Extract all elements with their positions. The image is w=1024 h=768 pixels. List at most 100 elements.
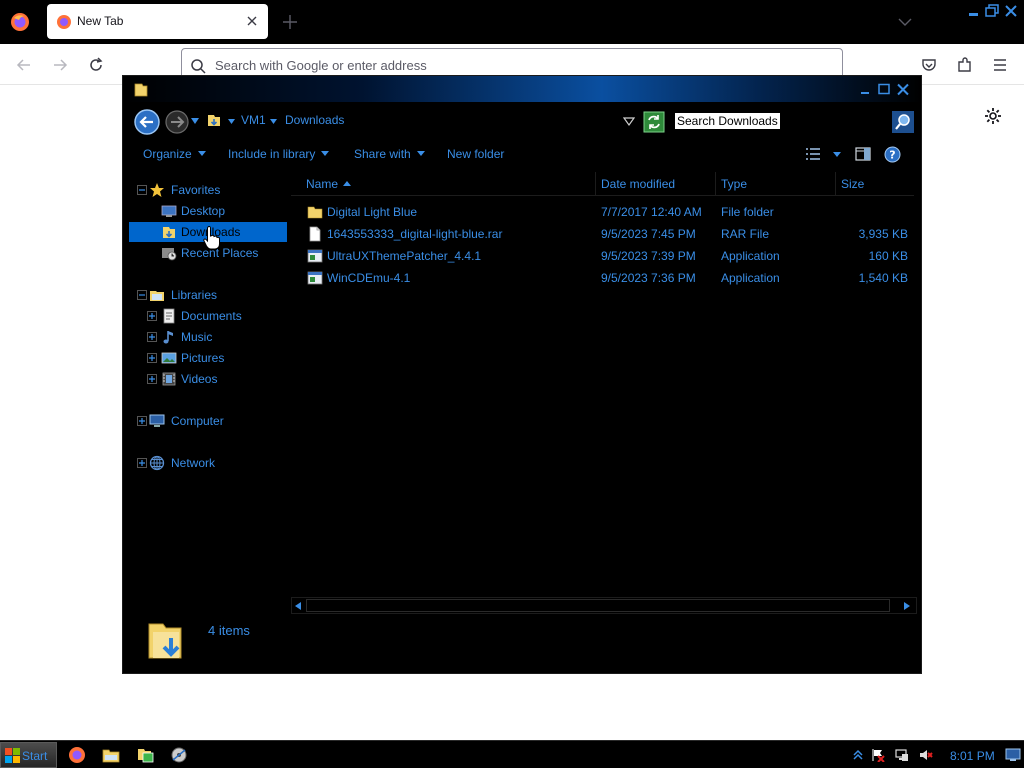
explorer-address-bar: VM1 Downloads Search Downloads [129,106,915,136]
view-options-caret-icon[interactable] [833,152,841,157]
forward-arrow-icon[interactable] [51,56,69,74]
nav-item-music[interactable]: Music [129,327,287,347]
forward-button-icon[interactable] [163,108,191,136]
documents-icon [161,308,177,324]
tab-title: New Tab [77,14,124,28]
minimize-icon[interactable] [966,4,982,18]
close-icon[interactable] [896,83,910,96]
search-box[interactable]: Search Downloads [673,111,893,131]
taskbar-firefox-button[interactable] [61,742,93,768]
expand-toggle-icon[interactable] [147,374,157,384]
nav-item-documents[interactable]: Documents [129,306,287,326]
expand-toggle-icon[interactable] [147,311,157,321]
list-all-tabs-chevron-icon[interactable] [897,16,913,28]
scrollbar-thumb[interactable] [306,599,890,612]
change-view-icon[interactable] [805,147,821,161]
taskbar-explorer-button[interactable] [95,742,127,768]
file-row[interactable]: Digital Light Blue 7/7/2017 12:40 AM Fil… [291,201,917,223]
tab-new-tab[interactable]: New Tab [47,4,268,39]
file-row[interactable]: 1643553333_digital-light-blue.rar 9/5/20… [291,223,917,245]
column-header-date-modified[interactable]: Date modified [596,172,716,196]
organize-button[interactable]: Organize [143,147,206,161]
column-header-size[interactable]: Size [836,172,914,196]
nav-item-libraries[interactable]: Libraries [129,285,287,305]
collapse-toggle-icon[interactable] [137,290,147,300]
breadcrumb-downloads[interactable]: Downloads [285,113,344,127]
show-desktop-icon[interactable] [1005,748,1021,762]
help-icon[interactable]: ? [884,146,901,163]
folder-downloads-icon [206,112,222,128]
column-header-type[interactable]: Type [716,172,836,196]
firefox-logo-icon[interactable] [10,12,30,32]
file-list: Name Date modified Type Size Digital Lig… [291,172,917,592]
close-window-icon[interactable] [1003,4,1019,18]
network-globe-icon [149,455,165,471]
back-arrow-icon[interactable] [15,56,33,74]
action-center-flag-icon[interactable] [871,748,885,762]
close-tab-icon[interactable] [244,13,260,29]
explorer-title-bar[interactable] [123,76,921,102]
breadcrumb-chevron-icon[interactable] [228,119,235,124]
volume-muted-icon[interactable] [919,748,933,762]
nav-item-videos[interactable]: Videos [129,369,287,389]
nav-item-network[interactable]: Network [129,453,287,473]
newtab-settings-gear-icon[interactable] [983,106,1003,126]
breadcrumb-vm1[interactable]: VM1 [241,113,266,127]
search-icon[interactable] [892,111,914,133]
file-row[interactable]: UltraUXThemePatcher_4.4.1 9/5/2023 7:39 … [291,245,917,267]
nav-item-favorites[interactable]: Favorites [129,180,287,200]
folder-downloads-icon [161,224,177,240]
recent-pages-dropdown-icon[interactable] [191,118,199,124]
start-button[interactable]: Start [0,742,57,768]
pocket-icon[interactable] [920,56,938,74]
extensions-puzzle-icon[interactable] [956,56,974,74]
include-in-library-button[interactable]: Include in library [228,147,330,161]
network-status-icon[interactable] [895,748,909,762]
refresh-icon[interactable] [643,111,665,133]
show-hidden-icons-arrow-icon[interactable] [851,748,865,762]
new-tab-plus-icon[interactable] [282,14,298,30]
reload-icon[interactable] [87,56,105,74]
search-downloads-input[interactable]: Search Downloads [675,113,780,129]
expand-toggle-icon[interactable] [137,416,147,426]
computer-icon [149,413,165,429]
nav-item-computer[interactable]: Computer [129,411,287,431]
nav-label: Libraries [171,288,218,302]
expand-toggle-icon[interactable] [137,458,147,468]
nav-item-pictures[interactable]: Pictures [129,348,287,368]
new-folder-button[interactable]: New folder [447,147,504,161]
column-header-name[interactable]: Name [291,172,596,196]
scroll-left-arrow-icon[interactable] [295,602,301,610]
file-manager-icon [138,749,154,763]
nav-label: Music [181,330,213,344]
back-button-icon[interactable] [133,108,161,136]
file-type: Application [721,271,780,285]
desktop-icon [161,203,177,219]
column-headers: Name Date modified Type Size [291,172,917,196]
clock[interactable]: 8:01 PM [950,749,995,763]
restore-icon[interactable] [984,4,1000,18]
file-type: File folder [721,205,774,219]
scroll-right-arrow-icon[interactable] [904,602,910,610]
preview-pane-icon[interactable] [855,147,871,161]
expand-toggle-icon[interactable] [147,353,157,363]
breadcrumb-chevron-icon[interactable] [270,119,277,124]
taskbar-files-button[interactable] [129,742,161,768]
minimize-icon[interactable] [858,83,872,96]
hamburger-menu-icon[interactable] [991,56,1009,74]
disc-drive-icon [171,747,187,763]
maximize-icon[interactable] [877,83,891,96]
collapse-toggle-icon[interactable] [137,185,147,195]
horizontal-scrollbar[interactable] [291,597,917,614]
address-history-dropdown-icon[interactable] [623,117,635,127]
application-icon [307,248,323,264]
star-icon [149,182,165,198]
nav-label: Videos [181,372,218,386]
taskbar-app-button[interactable] [163,742,195,768]
file-row[interactable]: WinCDEmu-4.1 9/5/2023 7:36 PM Applicatio… [291,267,917,289]
organize-label: Organize [143,147,192,161]
expand-toggle-icon[interactable] [147,332,157,342]
share-with-button[interactable]: Share with [354,147,425,161]
details-pane: 4 items [123,616,921,673]
nav-item-desktop[interactable]: Desktop [129,201,287,221]
